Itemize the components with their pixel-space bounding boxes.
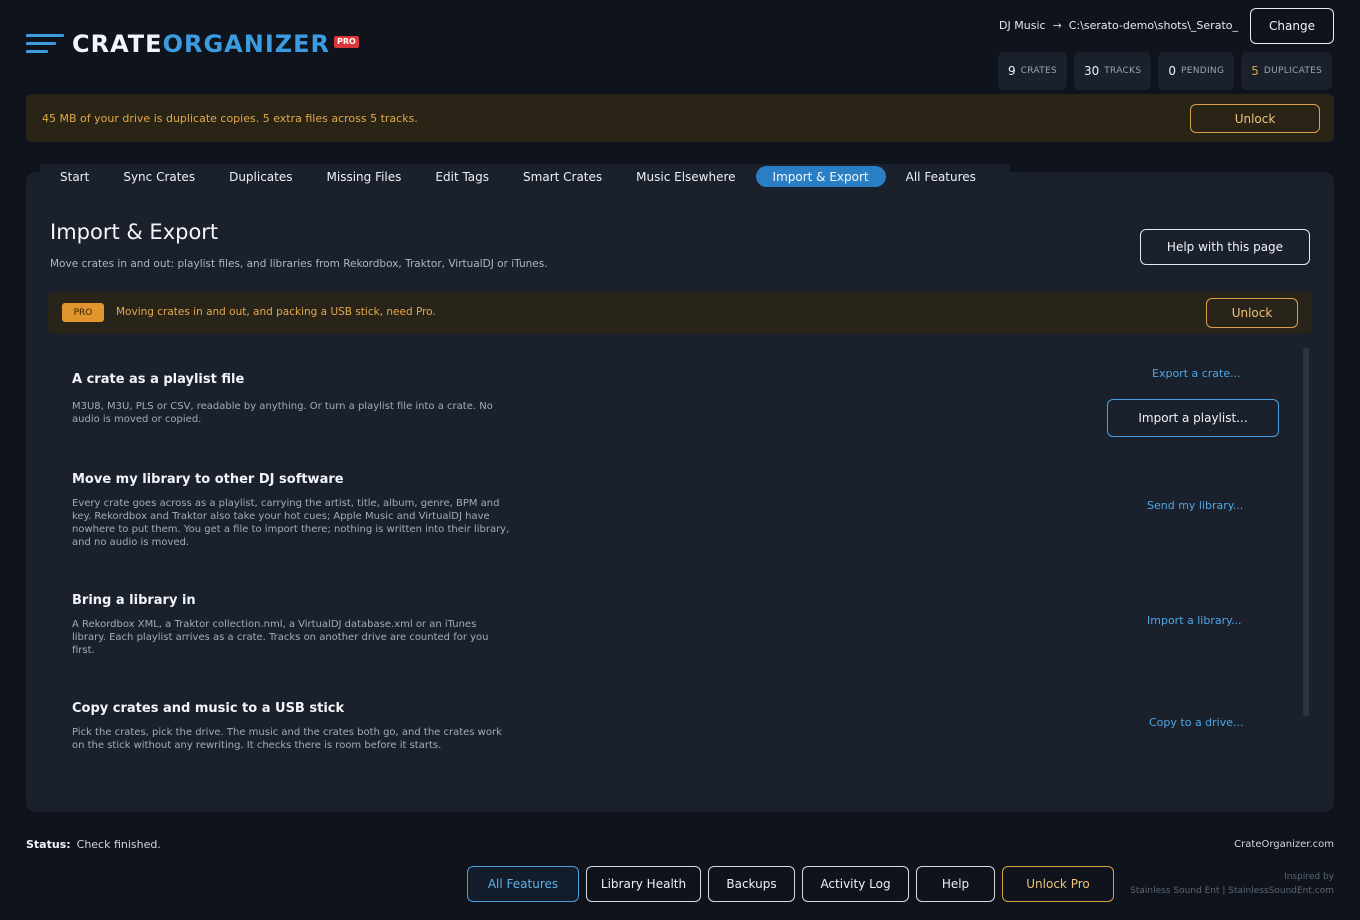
section-description: Pick the crates, pick the drive. The mus… [72, 727, 502, 751]
pro-badge: PRO [62, 303, 104, 322]
section-move-library: Move my library to other DJ software Eve… [72, 472, 1252, 548]
inspired-credit: Inspired by Stainless Sound Ent | Stainl… [1130, 870, 1334, 898]
footer-buttons: All Features Library Health Backups Acti… [467, 866, 1114, 902]
tab-edit-tags[interactable]: Edit Tags [421, 166, 503, 187]
stats-bar: 9 CRATES 30 TRACKS 0 PENDING 5 DUPLICATES [998, 52, 1333, 90]
arrow-right-icon: → [1052, 19, 1062, 32]
app-logo: CRATEORGANIZER PRO [26, 30, 359, 58]
tab-import-export[interactable]: Import & Export [755, 166, 886, 187]
section-bring-library: Bring a library in A Rekordbox XML, a Tr… [72, 593, 1252, 656]
section-title: A crate as a playlist file [72, 372, 245, 387]
banner-unlock-button[interactable]: Unlock [1190, 104, 1320, 133]
send-library-link[interactable]: Send my library... [1147, 499, 1243, 512]
activity-log-button[interactable]: Activity Log [802, 866, 909, 902]
library-name: DJ Music [999, 19, 1046, 32]
status-label: Status: [26, 838, 71, 851]
logo-wordmark: CRATEORGANIZER [72, 30, 331, 58]
duplicate-banner: 45 MB of your drive is duplicate copies.… [26, 94, 1334, 142]
duplicate-banner-message: 45 MB of your drive is duplicate copies.… [42, 111, 418, 125]
import-playlist-button[interactable]: Import a playlist... [1107, 399, 1279, 437]
logo-pro-badge: PRO [334, 36, 359, 48]
page-subtitle: Move crates in and out: playlist files, … [50, 258, 548, 270]
unlock-pro-button[interactable]: Unlock Pro [1002, 866, 1114, 902]
pro-unlock-button[interactable]: Unlock [1206, 298, 1298, 328]
library-path-value: C:\serato-demo\shots\_Serato_ [1068, 19, 1238, 32]
main-panel: Import & Export Move crates in and out: … [26, 172, 1334, 812]
page-title: Import & Export [50, 220, 219, 244]
help-button[interactable]: Help [916, 866, 995, 902]
tab-missing-files[interactable]: Missing Files [313, 166, 416, 187]
import-library-link[interactable]: Import a library... [1147, 614, 1242, 627]
pro-banner: PRO Moving crates in and out, and packin… [48, 292, 1312, 334]
tab-smart-crates[interactable]: Smart Crates [509, 166, 616, 187]
tab-duplicates[interactable]: Duplicates [215, 166, 306, 187]
site-link[interactable]: CrateOrganizer.com [1234, 839, 1334, 850]
tab-start[interactable]: Start [46, 166, 103, 187]
pro-banner-message: Moving crates in and out, and packing a … [116, 306, 436, 318]
section-description: M3U8, M3U, PLS or CSV, readable by anyth… [72, 401, 493, 425]
inspired-label: Inspired by [1284, 872, 1334, 882]
section-description: Every crate goes across as a playlist, c… [72, 498, 510, 548]
inspired-link[interactable]: Stainless Sound Ent | StainlessSoundEnt.… [1130, 884, 1334, 898]
library-health-button[interactable]: Library Health [586, 866, 701, 902]
change-library-button[interactable]: Change [1250, 8, 1334, 44]
tab-sync-crates[interactable]: Sync Crates [109, 166, 209, 187]
backups-button[interactable]: Backups [708, 866, 795, 902]
copy-drive-link[interactable]: Copy to a drive... [1149, 716, 1244, 729]
status-text: Check finished. [76, 838, 161, 851]
section-title: Bring a library in [72, 593, 196, 608]
stat-pending: 0 PENDING [1158, 52, 1235, 90]
tab-all-features[interactable]: All Features [892, 166, 990, 187]
library-path: DJ Music → C:\serato-demo\shots\_Serato_ [999, 19, 1238, 32]
stat-duplicates[interactable]: 5 DUPLICATES [1241, 52, 1333, 90]
status-bar: Status: Check finished. [26, 838, 161, 851]
section-title: Copy crates and music to a USB stick [72, 701, 345, 716]
section-title: Move my library to other DJ software [72, 472, 344, 487]
section-description: A Rekordbox XML, a Traktor collection.nm… [72, 619, 489, 656]
section-usb-copy: Copy crates and music to a USB stick Pic… [72, 701, 1252, 751]
scrollbar[interactable] [1303, 348, 1309, 716]
section-playlist-file: A crate as a playlist file M3U8, M3U, PL… [72, 372, 1252, 425]
tab-music-elsewhere[interactable]: Music Elsewhere [622, 166, 749, 187]
export-crate-link[interactable]: Export a crate... [1152, 367, 1241, 380]
stat-crates: 9 CRATES [998, 52, 1067, 90]
stat-tracks: 30 TRACKS [1073, 52, 1152, 90]
tab-bar: Start Sync Crates Duplicates Missing Fil… [40, 164, 1010, 189]
logo-bars-icon [26, 34, 64, 54]
help-page-button[interactable]: Help with this page [1140, 229, 1310, 265]
all-features-button[interactable]: All Features [467, 866, 579, 902]
